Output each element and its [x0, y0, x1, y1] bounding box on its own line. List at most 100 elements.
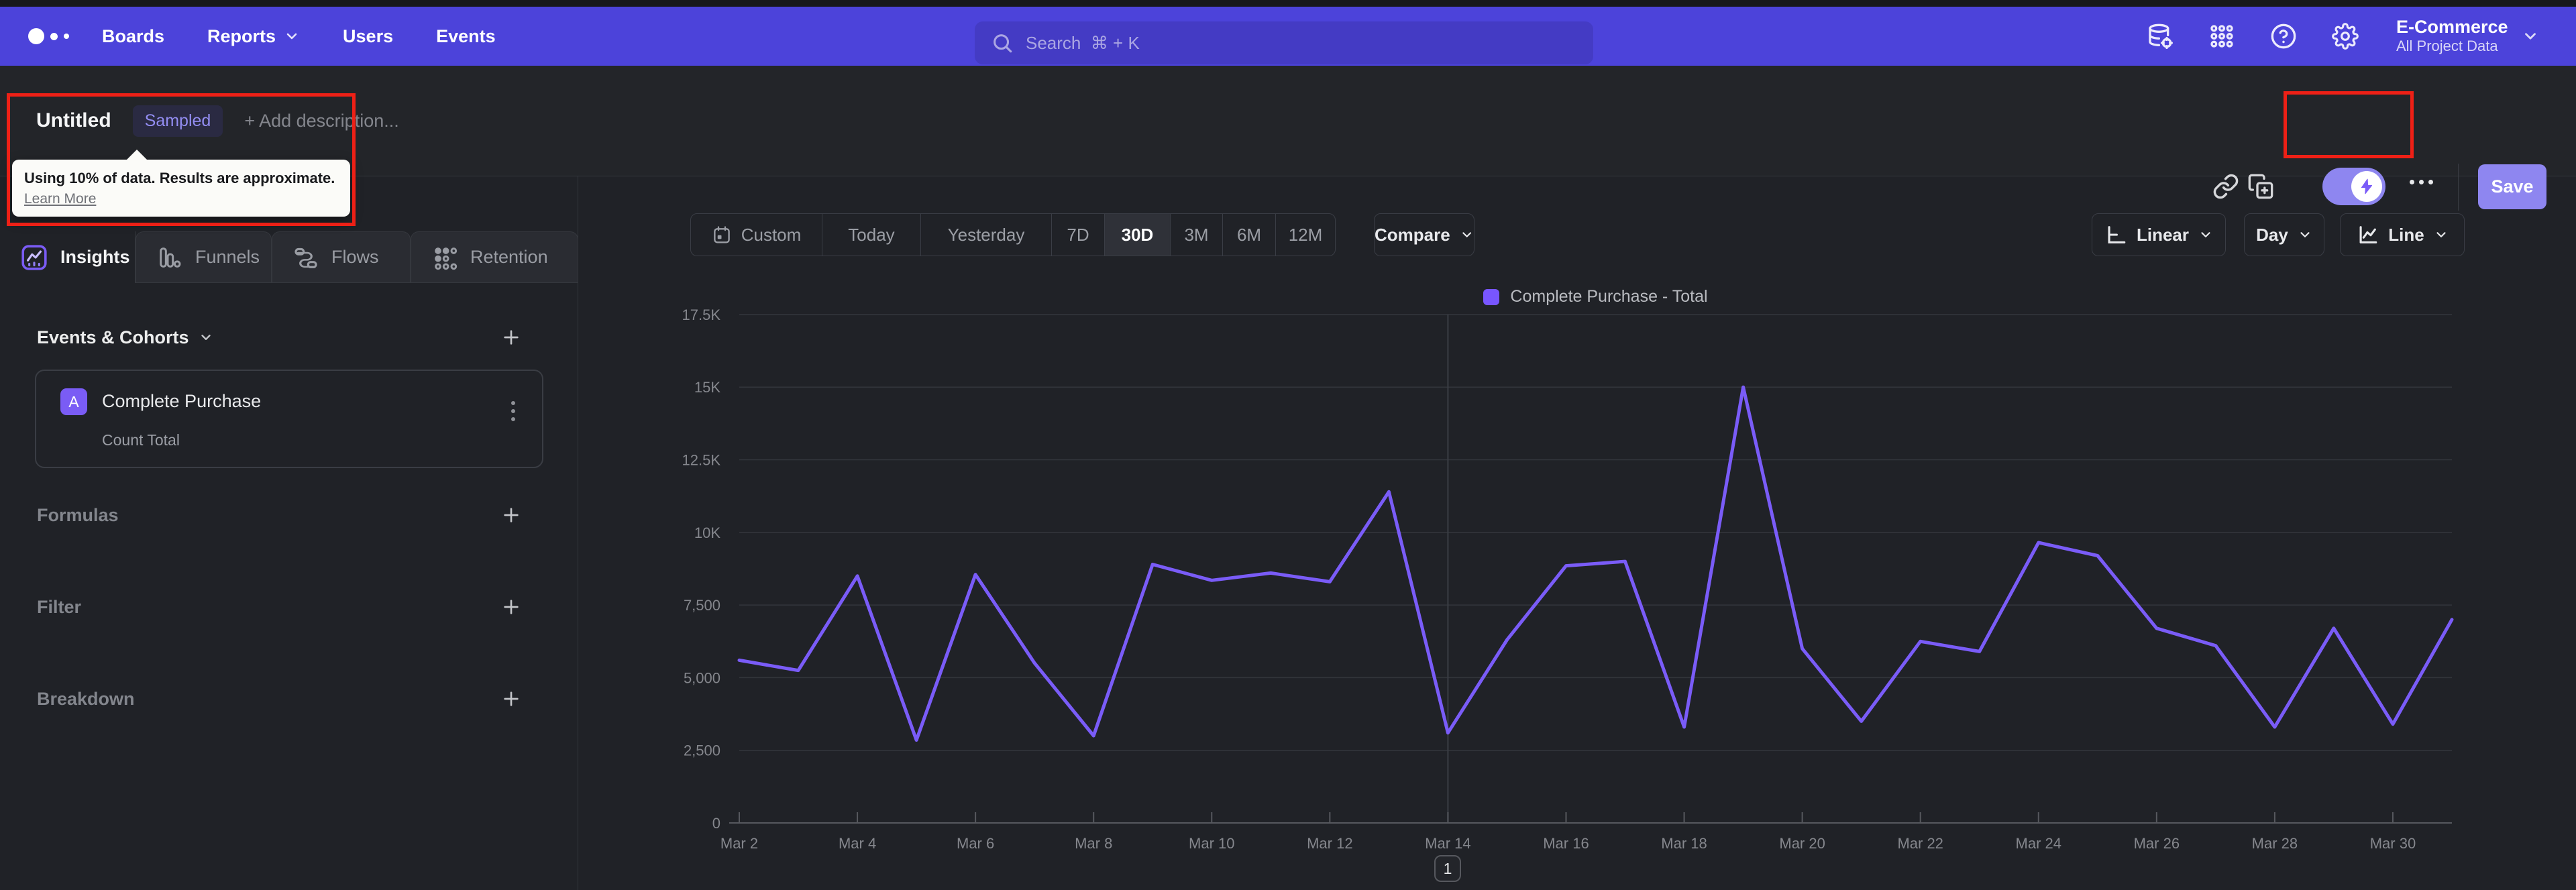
- report-header: Untitled Sampled + Add description... Sa: [0, 66, 2576, 211]
- nav-item-boards-label: Boards: [102, 25, 165, 46]
- plus-icon: [504, 330, 519, 345]
- help-icon[interactable]: [2270, 23, 2297, 50]
- interval-label: Day: [2256, 224, 2288, 245]
- event-card-complete-purchase[interactable]: A Complete Purchase Count Total: [35, 370, 543, 468]
- range-label: Yesterday: [947, 224, 1025, 245]
- chevron-down-icon: [1462, 232, 1471, 237]
- range-3m[interactable]: 3M: [1171, 214, 1223, 256]
- compare-button[interactable]: Compare: [1374, 213, 1474, 256]
- breakdown-label: Breakdown: [37, 688, 135, 709]
- more-options-button[interactable]: [2410, 180, 2440, 184]
- chart-y-label: 10K: [694, 524, 720, 541]
- add-formula-button[interactable]: [498, 502, 525, 529]
- interval-selector[interactable]: Day: [2244, 213, 2324, 256]
- range-label: 7D: [1067, 224, 1089, 245]
- nav-item-boards[interactable]: Boards: [102, 26, 164, 47]
- compare-label: Compare: [1375, 224, 1450, 245]
- events-cohorts-title[interactable]: Events & Cohorts: [37, 327, 213, 348]
- chart-x-label: Mar 14: [1425, 835, 1470, 852]
- chart-x-label: Mar 6: [957, 835, 994, 852]
- tab-insights-label: Insights: [60, 247, 130, 267]
- formulas-row: Formulas: [37, 500, 525, 531]
- nav-utility-icons: [2147, 7, 2359, 66]
- chart-legend[interactable]: Complete Purchase - Total: [739, 287, 2452, 307]
- legend-swatch: [1483, 288, 1500, 305]
- add-event-button[interactable]: [498, 324, 525, 351]
- range-6m[interactable]: 6M: [1223, 214, 1276, 256]
- page-indicator[interactable]: 1: [1434, 855, 1461, 882]
- line-chart[interactable]: Mar 2 Mar 4 Mar 6 Mar 8 Mar 10 Mar 12 Mar 14 Ma…: [578, 305, 2576, 890]
- nav-item-reports[interactable]: Reports: [207, 26, 300, 47]
- add-description-button[interactable]: + Add description...: [244, 111, 398, 131]
- nav-item-events[interactable]: Events: [436, 26, 496, 47]
- range-label: Today: [848, 224, 895, 245]
- project-switcher[interactable]: E-Commerce All Project Data: [2396, 7, 2539, 66]
- insights-icon: [21, 244, 47, 270]
- plus-icon: [504, 508, 519, 522]
- add-breakdown-button[interactable]: [498, 685, 525, 712]
- event-name[interactable]: Complete Purchase: [102, 391, 261, 412]
- sampling-toggle[interactable]: [2322, 168, 2385, 205]
- range-7d[interactable]: 7D: [1052, 214, 1105, 256]
- range-custom[interactable]: Custom: [691, 214, 822, 256]
- chart-x-label: Mar 30: [2370, 835, 2416, 852]
- range-30d[interactable]: 30D: [1105, 214, 1171, 256]
- settings-gear-icon[interactable]: [2332, 23, 2359, 50]
- chart-x-label: Mar 10: [1189, 835, 1234, 852]
- header-divider: [2458, 164, 2459, 211]
- chart-x-label: Mar 16: [1543, 835, 1589, 852]
- chart-x-label: Mar 8: [1075, 835, 1112, 852]
- learn-more-link[interactable]: Learn More: [24, 191, 96, 207]
- mixpanel-logo-icon[interactable]: [28, 7, 69, 66]
- nav-item-users-label: Users: [343, 25, 394, 46]
- copy-link-icon[interactable]: [2212, 173, 2239, 200]
- add-filter-button[interactable]: [498, 594, 525, 620]
- search-input[interactable]: [1026, 32, 1577, 54]
- range-label: 30D: [1121, 224, 1154, 245]
- apps-grid-icon[interactable]: [2208, 23, 2235, 50]
- range-12m[interactable]: 12M: [1276, 214, 1335, 256]
- tab-retention[interactable]: Retention: [411, 231, 578, 283]
- chevron-down-icon: [201, 335, 211, 340]
- chart-series-complete-purchase[interactable]: [737, 385, 2454, 742]
- range-today[interactable]: Today: [822, 214, 921, 256]
- data-management-icon[interactable]: [2147, 23, 2174, 50]
- save-button[interactable]: Save: [2478, 164, 2546, 209]
- sampled-badge[interactable]: Sampled: [132, 105, 223, 137]
- nav-item-users[interactable]: Users: [343, 26, 393, 47]
- nav-item-reports-label: Reports: [207, 25, 276, 46]
- chart-x-label: Mar 4: [839, 835, 876, 852]
- chart-type-label: Line: [2388, 224, 2424, 245]
- event-options-kebab[interactable]: [502, 394, 525, 429]
- scale-selector[interactable]: Linear: [2092, 213, 2226, 256]
- chart-y-label: 12.5K: [682, 452, 721, 469]
- chevron-down-icon: [2300, 232, 2310, 237]
- duplicate-icon[interactable]: [2247, 173, 2274, 200]
- tab-funnels[interactable]: Funnels: [136, 231, 272, 283]
- plus-icon: [504, 691, 519, 706]
- chart-x-label: Mar 22: [1897, 835, 1943, 852]
- tab-flows[interactable]: Flows: [272, 231, 411, 283]
- project-name: E-Commerce: [2396, 17, 2508, 38]
- events-cohorts-header: Events & Cohorts: [37, 322, 525, 353]
- range-yesterday[interactable]: Yesterday: [921, 214, 1052, 256]
- tab-insights[interactable]: Insights: [0, 231, 136, 283]
- tab-funnels-label: Funnels: [195, 247, 260, 267]
- chart-y-label: 17.5K: [682, 307, 721, 323]
- filter-row: Filter: [37, 592, 525, 622]
- report-title[interactable]: Untitled: [36, 109, 111, 132]
- sampling-tooltip: Using 10% of data. Results are approxima…: [12, 150, 350, 217]
- range-label: Custom: [741, 224, 802, 245]
- range-label: 6M: [1236, 224, 1262, 245]
- line-chart-icon: [2359, 226, 2377, 243]
- retention-icon: [435, 247, 458, 270]
- funnels-icon: [160, 247, 181, 268]
- chart-y-label: 5,000: [684, 669, 720, 686]
- event-aggregation[interactable]: Count Total: [102, 431, 180, 449]
- lightning-bolt-icon: [2361, 178, 2373, 194]
- chart-type-selector[interactable]: Line: [2340, 213, 2465, 256]
- nav-links: Boards Reports Users Events: [102, 7, 496, 66]
- chart-x-label: Mar 24: [2016, 835, 2061, 852]
- range-label: 3M: [1184, 224, 1209, 245]
- global-search[interactable]: [975, 21, 1593, 64]
